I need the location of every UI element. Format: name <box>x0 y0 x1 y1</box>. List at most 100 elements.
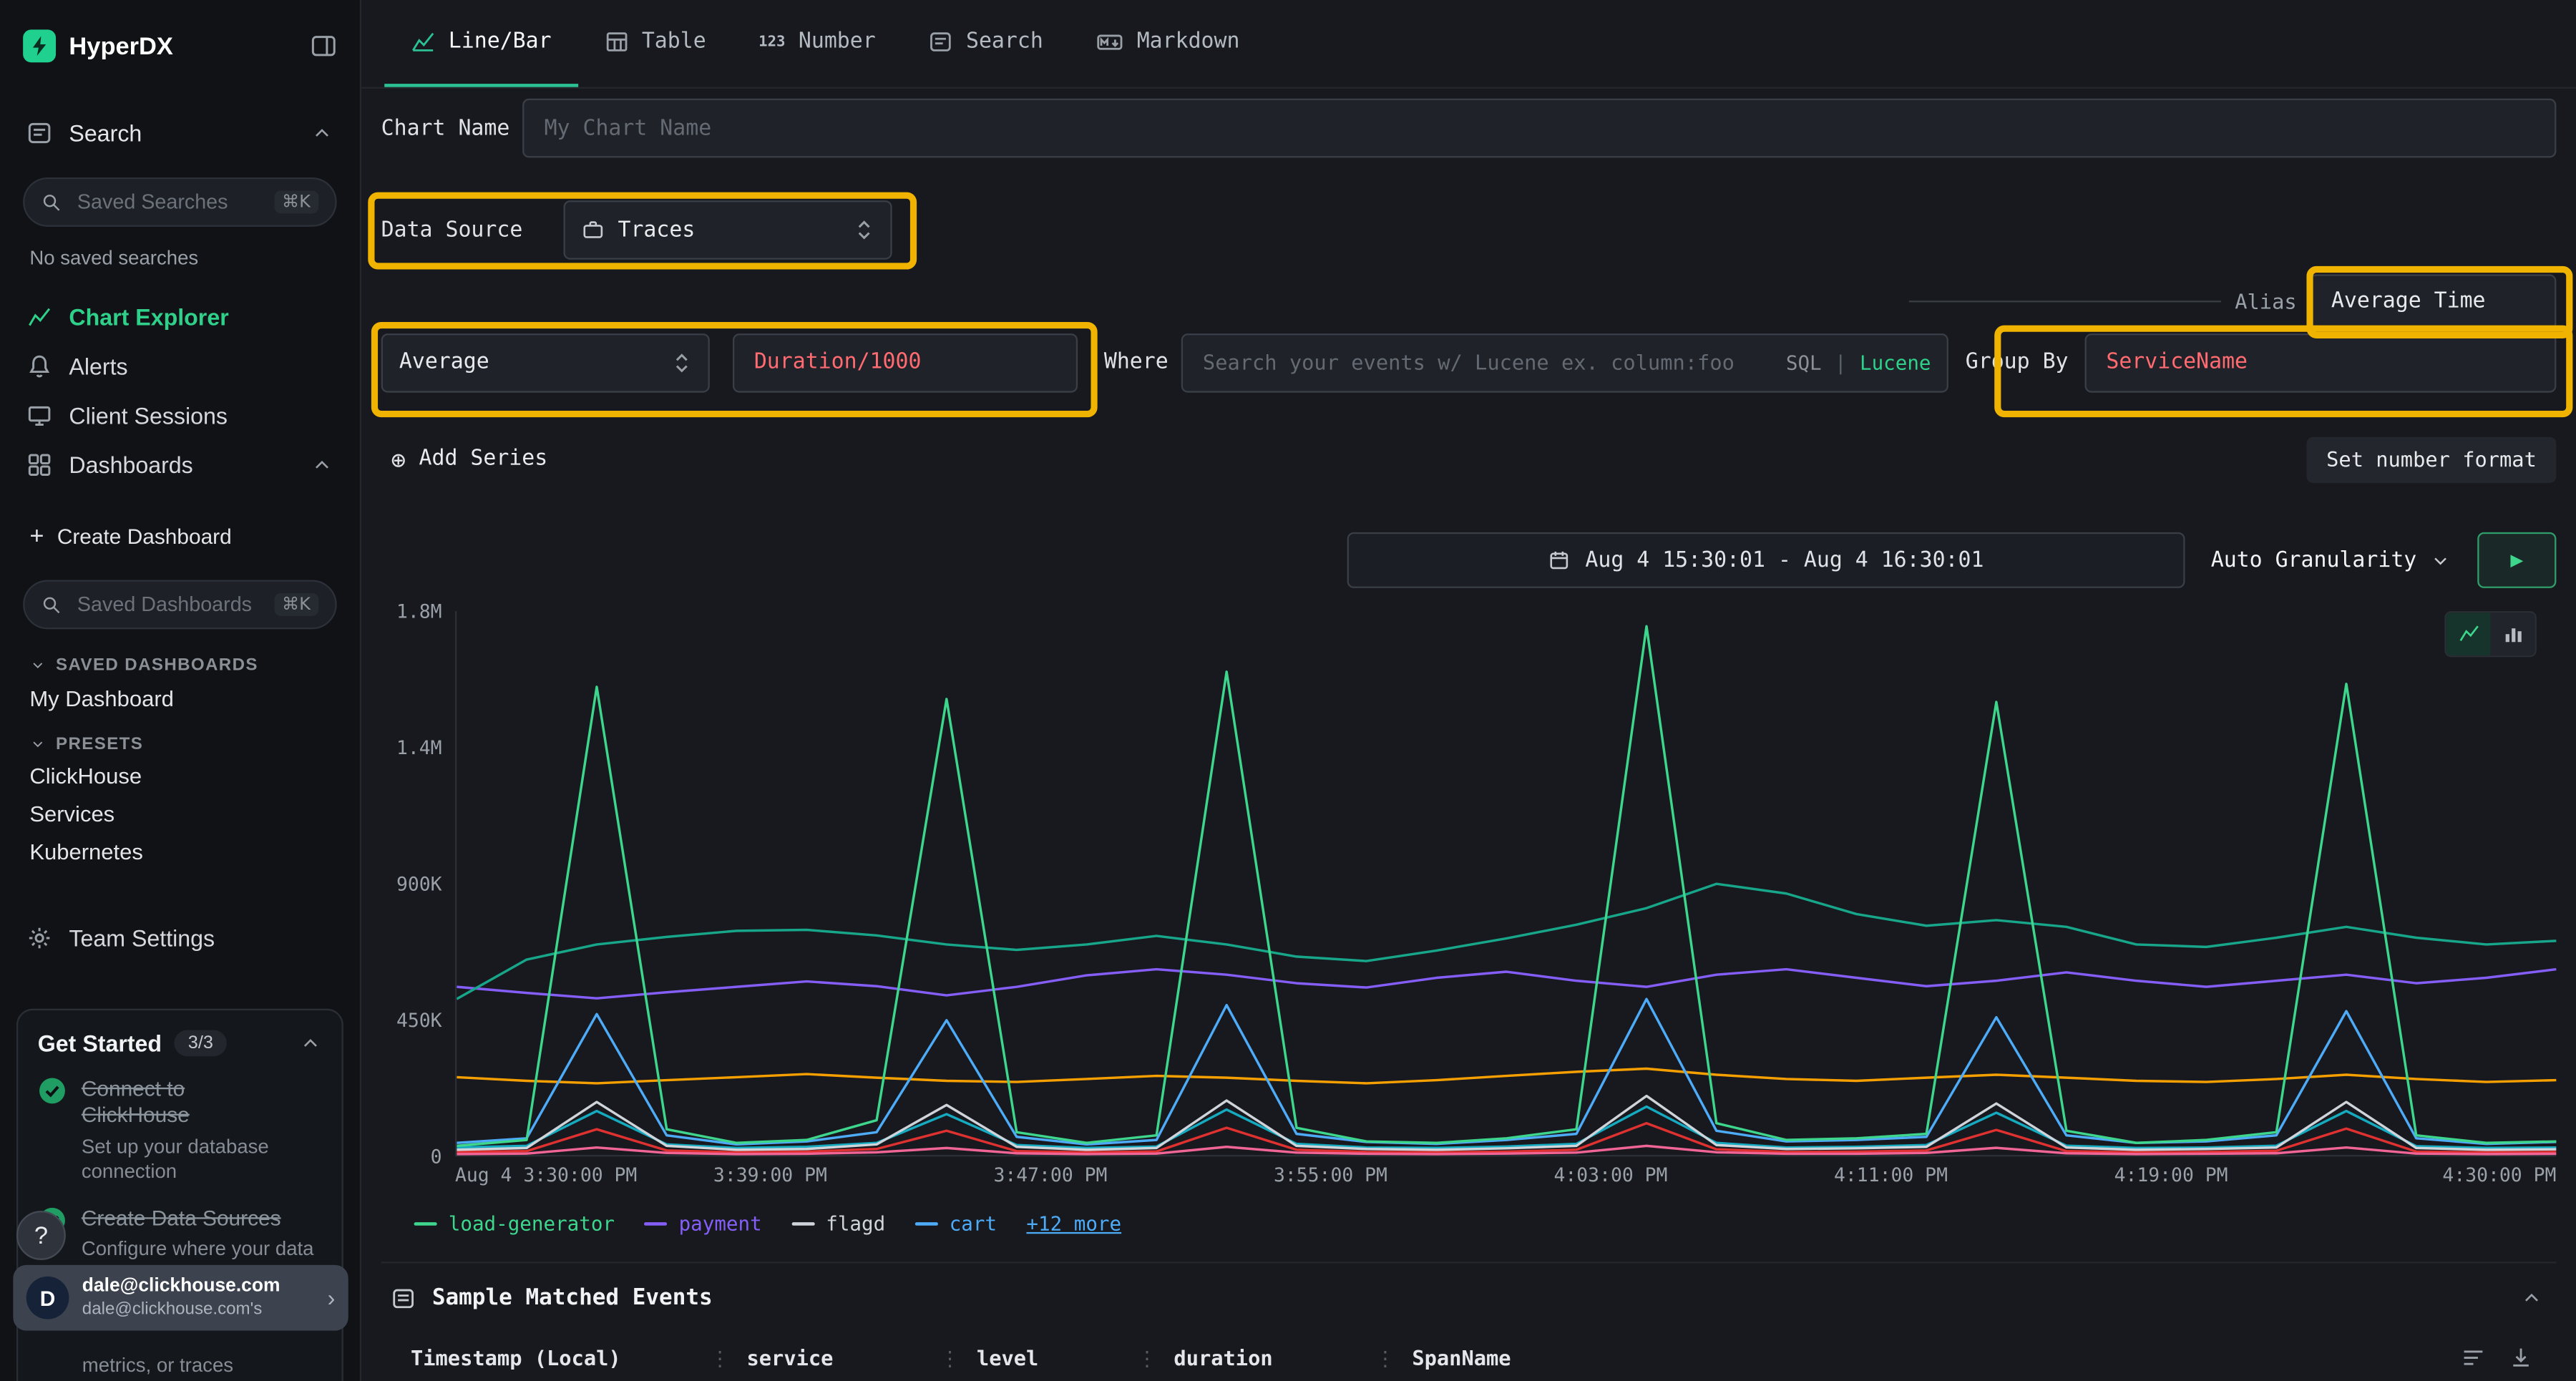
x-axis: Aug 4 3:30:00 PM3:39:00 PM3:47:00 PM3:55… <box>455 1163 2556 1192</box>
chart-legend: load-generator payment flagd cart +12 more <box>381 1212 2557 1235</box>
get-started-item-connect[interactable]: Connect to ClickHouse Set up your databa… <box>38 1076 322 1186</box>
aggregation-field-input[interactable] <box>733 333 1078 393</box>
saved-dashboards-field[interactable] <box>74 592 262 618</box>
legend-item-cart[interactable]: cart <box>914 1212 997 1235</box>
column-header-level[interactable]: ⋮level <box>920 1332 1118 1381</box>
series-other-5 <box>457 884 2556 999</box>
app-window: HyperDX Search ⌘K No saved searches Char… <box>0 0 2576 1381</box>
legend-item-flagd[interactable]: flagd <box>791 1212 885 1235</box>
column-header-timestamp[interactable]: Timestamp (Local) <box>391 1332 690 1381</box>
alias-label: Alias <box>2235 290 2296 314</box>
column-header-duration[interactable]: ⋮duration <box>1117 1332 1355 1381</box>
tab-markdown[interactable]: Markdown <box>1070 0 1267 87</box>
group-by-input[interactable] <box>2084 333 2556 393</box>
y-axis: 1.8M1.4M900K450K0 <box>381 611 455 1156</box>
legend-item-payment[interactable]: payment <box>644 1212 761 1235</box>
saved-searches-input[interactable]: ⌘K <box>23 177 337 227</box>
create-dashboard-button[interactable]: + Create Dashboard <box>0 512 360 560</box>
line-view-toggle[interactable] <box>2446 613 2491 655</box>
user-account-chip[interactable]: D dale@clickhouse.com dale@clickhouse.co… <box>13 1265 348 1331</box>
sidebar-item-team-settings[interactable]: Team Settings <box>0 914 360 963</box>
date-range-picker[interactable]: Aug 4 15:30:01 - Aug 4 16:30:01 <box>1347 532 2185 588</box>
create-dashboard-label: Create Dashboard <box>57 524 232 548</box>
x-tick: 3:47:00 PM <box>993 1163 1107 1186</box>
sidebar-item-my-dashboard[interactable]: My Dashboard <box>0 678 360 718</box>
chevron-up-icon[interactable] <box>2520 1287 2543 1309</box>
saved-dashboards-input[interactable]: ⌘K <box>23 580 337 629</box>
chart-name-input[interactable] <box>523 99 2557 158</box>
number-123-icon: 123 <box>758 34 785 50</box>
language-separator: | <box>1835 351 1847 374</box>
column-divider[interactable]: ⋮ <box>1137 1345 1158 1369</box>
series-payment <box>457 970 2556 999</box>
get-started-title: Get Started <box>38 1030 162 1057</box>
tab-label: Search <box>966 29 1043 54</box>
sidebar: HyperDX Search ⌘K No saved searches Char… <box>0 0 361 1381</box>
x-tick: 4:30:00 PM <box>2442 1163 2556 1186</box>
chart-plot[interactable] <box>455 611 2556 1156</box>
sidebar-item-chart-explorer[interactable]: Chart Explorer <box>0 293 360 342</box>
chevron-up-icon[interactable] <box>311 454 333 477</box>
saved-searches-field[interactable] <box>74 189 262 215</box>
tab-line-bar[interactable]: Line/Bar <box>384 0 577 87</box>
granularity-select[interactable]: Auto Granularity <box>2207 548 2454 572</box>
column-divider[interactable]: ⋮ <box>710 1345 731 1369</box>
avatar: D <box>26 1277 69 1319</box>
download-icon[interactable] <box>2509 1345 2533 1369</box>
sidebar-item-dashboards[interactable]: Dashboards <box>0 440 360 489</box>
where-search-input[interactable] <box>1199 348 1772 376</box>
column-header-spanname[interactable]: ⋮SpanName <box>1355 1332 2461 1381</box>
legend-more-link[interactable]: +12 more <box>1026 1212 1121 1235</box>
y-tick: 0 <box>431 1145 442 1168</box>
preset-services[interactable]: Services <box>0 795 360 833</box>
column-divider[interactable]: ⋮ <box>940 1345 960 1369</box>
select-chevrons-icon <box>854 217 874 243</box>
collapse-sidebar-icon[interactable] <box>311 33 337 59</box>
presets-section[interactable]: PRESETS <box>0 731 360 758</box>
saved-dashboards-section[interactable]: SAVED DASHBOARDS <box>0 652 360 678</box>
get-started-header[interactable]: Get Started 3/3 <box>38 1030 322 1057</box>
logo-row: HyperDX <box>0 0 360 95</box>
markdown-icon <box>1096 29 1123 54</box>
sidebar-section-search[interactable]: Search <box>0 109 360 158</box>
legend-item-load-generator[interactable]: load-generator <box>414 1212 615 1235</box>
main-area: Line/Bar Table 123 Number Search Markdow… <box>361 0 2576 1381</box>
sidebar-search-label: Search <box>69 120 142 147</box>
chevron-up-icon[interactable] <box>311 122 333 145</box>
chart-area: 1.8M1.4M900K450K0 Aug 4 3:30:00 PM3:39:0… <box>381 611 2557 1193</box>
preset-clickhouse[interactable]: ClickHouse <box>0 757 360 795</box>
help-button[interactable]: ? <box>16 1211 66 1260</box>
legend-name: load-generator <box>449 1212 615 1235</box>
set-number-format-button[interactable]: Set number format <box>2307 436 2557 482</box>
sidebar-item-label: Alerts <box>69 353 127 380</box>
group-by-label: Group By <box>1966 351 2069 375</box>
add-series-button[interactable]: ⊕ Add Series <box>391 445 547 474</box>
data-source-select[interactable]: Traces <box>564 200 892 260</box>
search-icon <box>41 594 62 615</box>
chart-editor: Chart Name Data Source Traces Alias <box>361 89 2576 1381</box>
chevron-down-icon <box>29 657 46 673</box>
sidebar-item-alerts[interactable]: Alerts <box>0 342 360 391</box>
alias-input[interactable] <box>2310 274 2556 330</box>
sidebar-item-client-sessions[interactable]: Client Sessions <box>0 391 360 440</box>
bar-view-toggle[interactable] <box>2491 613 2535 655</box>
run-query-button[interactable]: ▶ <box>2477 532 2556 588</box>
tab-table[interactable]: Table <box>577 0 732 87</box>
data-source-label: Data Source <box>381 218 523 242</box>
chart-type-tabs: Line/Bar Table 123 Number Search Markdow… <box>361 0 2576 89</box>
section-label-text: PRESETS <box>56 734 143 754</box>
chevron-up-icon[interactable] <box>299 1032 322 1055</box>
row-density-icon[interactable] <box>2461 1345 2485 1369</box>
sample-events-title: Sample Matched Events <box>432 1284 713 1311</box>
search-icon <box>41 191 62 213</box>
column-divider[interactable]: ⋮ <box>1375 1345 1396 1369</box>
lucene-toggle[interactable]: Lucene <box>1860 351 1931 374</box>
play-icon: ▶ <box>2510 548 2523 572</box>
sql-toggle[interactable]: SQL <box>1786 351 1822 374</box>
tab-number[interactable]: 123 Number <box>732 0 902 87</box>
aggregation-select[interactable]: Average <box>381 333 710 393</box>
preset-kubernetes[interactable]: Kubernetes <box>0 833 360 871</box>
y-tick: 900K <box>396 872 442 895</box>
tab-search[interactable]: Search <box>902 0 1069 87</box>
column-header-service[interactable]: ⋮service <box>690 1332 919 1381</box>
